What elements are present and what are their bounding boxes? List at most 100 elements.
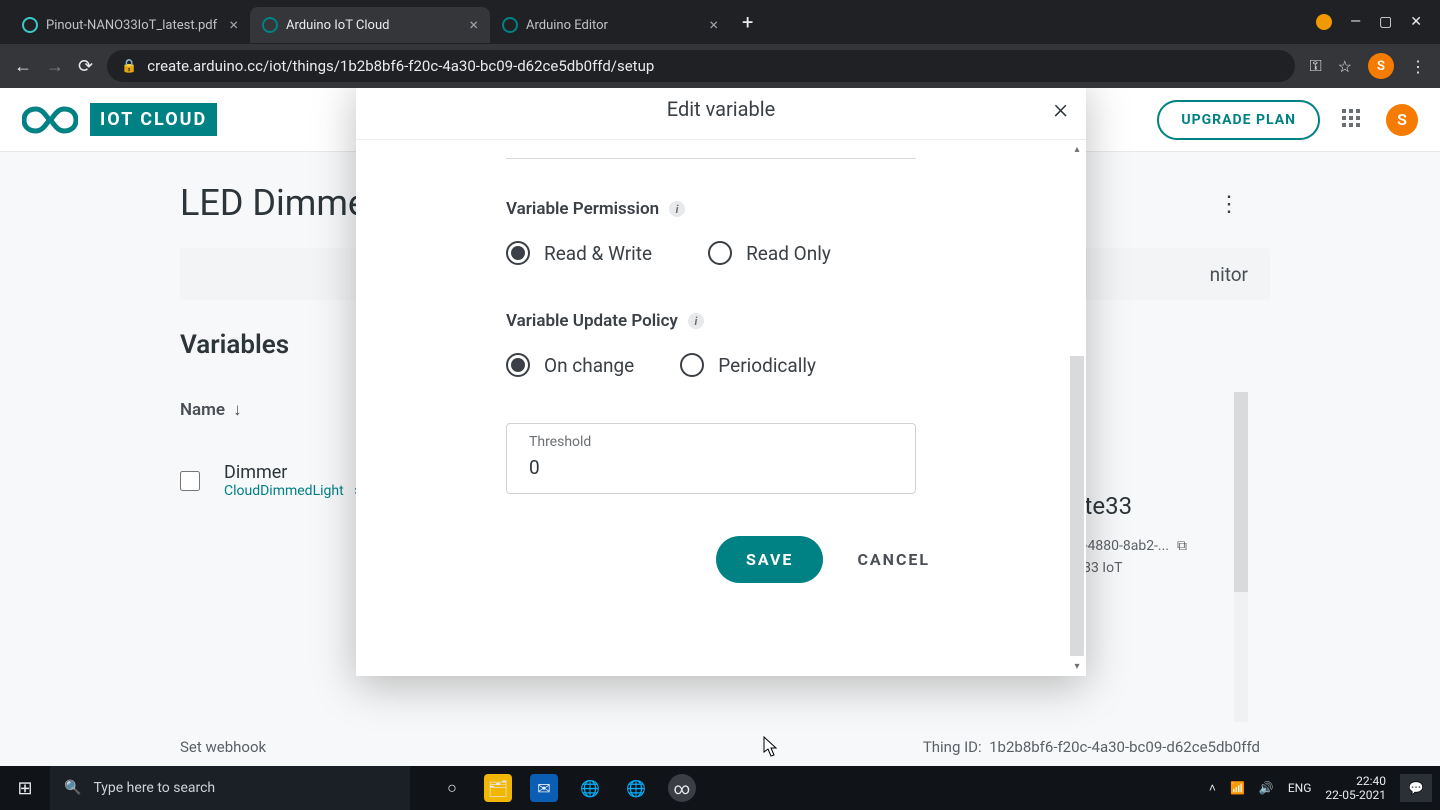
permission-read-write[interactable]: Read & Write: [506, 241, 652, 265]
radio-icon: [506, 353, 530, 377]
upgrade-plan-button[interactable]: UPGRADE PLAN: [1157, 100, 1320, 140]
browser-tab[interactable]: Arduino IoT Cloud ×: [250, 7, 490, 43]
apps-grid-icon[interactable]: [1342, 109, 1364, 131]
new-tab-button[interactable]: +: [730, 10, 765, 34]
tab-title: Pinout-NANO33IoT_latest.pdf: [46, 18, 219, 33]
profile-avatar[interactable]: S: [1368, 53, 1394, 79]
mail-icon[interactable]: ✉: [530, 774, 558, 802]
search-icon: 🔍: [64, 780, 81, 796]
taskbar-pinned: ○ 🗂 ✉ 🌐 🌐 ∞: [438, 774, 696, 802]
windows-taskbar: ⊞ 🔍 Type here to search ○ 🗂 ✉ 🌐 🌐 ∞ ˄ 📶 …: [0, 766, 1440, 810]
tab-title: Arduino Editor: [526, 18, 699, 33]
modal-actions: SAVE CANCEL: [716, 536, 936, 583]
account-indicator-icon[interactable]: [1316, 14, 1332, 30]
device-id: 0d1-4880-8ab2-... ⧉: [1060, 538, 1260, 554]
star-icon[interactable]: ☆: [1338, 57, 1352, 76]
start-button[interactable]: ⊞: [0, 778, 50, 799]
info-icon[interactable]: i: [688, 313, 704, 329]
arduino-app-icon[interactable]: ∞: [668, 774, 696, 802]
page-footer: Set webhook Thing ID: 1b2b8bf6-f20c-4a30…: [180, 738, 1260, 756]
column-name-label: Name: [180, 400, 225, 420]
language-indicator[interactable]: ENG: [1288, 781, 1312, 795]
variable-name: Dimmer: [224, 462, 361, 483]
cancel-button[interactable]: CANCEL: [857, 550, 930, 569]
back-icon[interactable]: ←: [14, 56, 32, 77]
policy-section-label: Variable Update Policy i: [506, 311, 936, 331]
more-options-icon[interactable]: ⋮: [1218, 192, 1240, 217]
volume-icon[interactable]: 🔊: [1259, 781, 1274, 795]
close-icon[interactable]: ×: [469, 17, 478, 33]
maximize-icon[interactable]: ▢: [1379, 14, 1392, 30]
panel-scrollbar[interactable]: [1234, 392, 1248, 722]
scroll-down-icon[interactable]: ▾: [1070, 661, 1084, 672]
close-window-icon[interactable]: ✕: [1410, 14, 1422, 30]
logo-text: IOT CLOUD: [90, 103, 217, 136]
chrome-icon[interactable]: 🌐: [622, 774, 650, 802]
taskbar-clock[interactable]: 22:40 22-05-2021: [1325, 774, 1386, 803]
favicon-icon: [262, 17, 278, 33]
close-icon[interactable]: ×: [709, 17, 718, 33]
device-type: NO 33 IoT: [1060, 560, 1260, 576]
modal-header: Edit variable ×: [356, 88, 1086, 140]
browser-tab[interactable]: Arduino Editor ×: [490, 7, 730, 43]
forward-icon[interactable]: →: [46, 56, 64, 77]
arduino-logo-icon: [22, 103, 78, 137]
copy-icon[interactable]: ⧉: [1177, 538, 1187, 554]
favicon-icon: [502, 17, 518, 33]
notifications-icon[interactable]: 💬: [1400, 774, 1432, 802]
device-name: vate33: [1060, 492, 1260, 520]
set-webhook-link[interactable]: Set webhook: [180, 738, 266, 756]
cortana-icon[interactable]: ○: [438, 774, 466, 802]
edit-variable-modal: Edit variable × Variable Permission i Re…: [356, 88, 1086, 676]
minimize-icon[interactable]: —: [1350, 14, 1361, 30]
user-avatar[interactable]: S: [1386, 104, 1418, 136]
browser-tab[interactable]: Pinout-NANO33IoT_latest.pdf ×: [10, 7, 250, 43]
radio-icon: [680, 353, 704, 377]
policy-periodically[interactable]: Periodically: [680, 353, 816, 377]
save-button[interactable]: SAVE: [716, 536, 823, 583]
modal-scrollbar[interactable]: ▴ ▾: [1070, 144, 1084, 672]
chrome-icon[interactable]: 🌐: [576, 774, 604, 802]
scroll-up-icon[interactable]: ▴: [1070, 144, 1084, 155]
permission-section-label: Variable Permission i: [506, 199, 936, 219]
wifi-icon[interactable]: 📶: [1230, 781, 1245, 795]
taskbar-search[interactable]: 🔍 Type here to search: [50, 766, 410, 810]
threshold-input[interactable]: Threshold 0: [506, 423, 916, 494]
divider: [506, 158, 916, 159]
variable-type: CloudDimmedLight ›: [224, 483, 361, 499]
logo[interactable]: IOT CLOUD: [22, 103, 217, 137]
system-tray: ˄ 📶 🔊 ENG 22:40 22-05-2021 💬: [1209, 774, 1440, 803]
radio-icon: [708, 241, 732, 265]
url-text: create.arduino.cc/iot/things/1b2b8bf6-f2…: [147, 57, 654, 75]
close-icon[interactable]: ×: [1053, 92, 1068, 125]
browser-tab-strip: Pinout-NANO33IoT_latest.pdf × Arduino Io…: [0, 0, 1440, 44]
info-icon[interactable]: i: [669, 201, 685, 217]
window-controls: — ▢ ✕: [1316, 14, 1430, 30]
modal-title: Edit variable: [667, 97, 775, 121]
threshold-label: Threshold: [529, 434, 893, 450]
url-input[interactable]: 🔒 create.arduino.cc/iot/things/1b2b8bf6-…: [107, 50, 1295, 82]
policy-radio-group: On change Periodically: [506, 353, 936, 377]
policy-on-change[interactable]: On change: [506, 353, 634, 377]
permission-radio-group: Read & Write Read Only: [506, 241, 936, 265]
modal-body: Variable Permission i Read & Write Read …: [356, 140, 1086, 676]
radio-icon: [506, 241, 530, 265]
sort-down-icon: ↓: [233, 400, 242, 420]
threshold-value: 0: [529, 456, 893, 479]
file-explorer-icon[interactable]: 🗂: [484, 774, 512, 802]
reload-icon[interactable]: ⟳: [78, 56, 93, 77]
menu-icon[interactable]: ⋮: [1410, 57, 1426, 76]
search-placeholder: Type here to search: [93, 780, 215, 796]
app-viewport: IOT CLOUD Things Dashboards Devices Inte…: [0, 88, 1440, 766]
row-checkbox[interactable]: [180, 471, 200, 491]
chevron-up-icon[interactable]: ˄: [1209, 781, 1216, 795]
key-icon[interactable]: ⚿: [1309, 56, 1321, 76]
device-panel: vate33 0d1-4880-8ab2-... ⧉ NO 33 IoT: [1060, 492, 1260, 576]
favicon-icon: [22, 17, 38, 33]
thing-id: Thing ID: 1b2b8bf6-f20c-4a30-bc09-d62ce5…: [923, 738, 1260, 756]
permission-read-only[interactable]: Read Only: [708, 241, 831, 265]
lock-icon: 🔒: [121, 59, 137, 74]
tab-title: Arduino IoT Cloud: [286, 18, 459, 33]
address-bar: ← → ⟳ 🔒 create.arduino.cc/iot/things/1b2…: [0, 44, 1440, 88]
close-icon[interactable]: ×: [229, 17, 238, 33]
